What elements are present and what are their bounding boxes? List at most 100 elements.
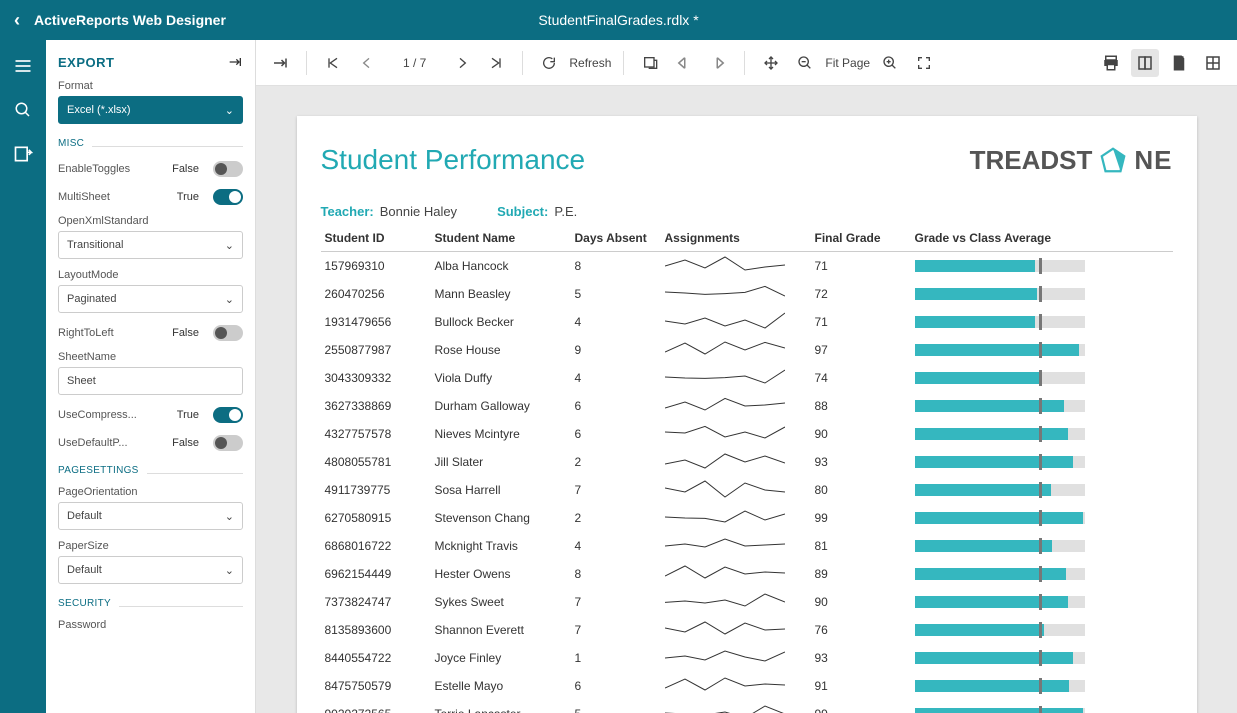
print-icon[interactable]: [1097, 49, 1125, 77]
section-misc: MISC: [58, 138, 243, 149]
table-row: 4911739775Sosa Harrell780: [321, 476, 1173, 504]
sparkline: [665, 507, 785, 529]
grade-bar: [915, 456, 1085, 468]
zoom-in-icon[interactable]: [876, 49, 904, 77]
paper-size-select[interactable]: Default ⌄: [58, 556, 243, 584]
grade-bar: [915, 568, 1085, 580]
grade-bar: [915, 316, 1085, 328]
chevron-down-icon: ⌄: [225, 510, 234, 523]
sparkline: [665, 339, 785, 361]
fit-page-label[interactable]: Fit Page: [825, 56, 870, 70]
table-row: 3043309332Viola Duffy474: [321, 364, 1173, 392]
column-header: Grade vs Class Average: [911, 225, 1173, 252]
sparkline: [665, 619, 785, 641]
first-page-icon[interactable]: [319, 49, 347, 77]
title-bar: ‹ ActiveReports Web Designer StudentFina…: [0, 0, 1237, 40]
openxml-label: OpenXmlStandard: [58, 215, 243, 227]
prop-enable-toggles: EnableToggles False: [58, 161, 243, 177]
panel-heading: EXPORT: [58, 55, 114, 70]
enable-toggles-toggle[interactable]: [213, 161, 243, 177]
report-canvas[interactable]: Student Performance TREADST NE Teacher:B…: [256, 86, 1237, 713]
table-row: 157969310Alba Hancock871: [321, 252, 1173, 281]
grade-bar: [915, 652, 1085, 664]
table-row: 4327757578Nieves Mcintyre690: [321, 420, 1173, 448]
table-row: 6270580915Stevenson Chang299: [321, 504, 1173, 532]
table-row: 3627338869Durham Galloway688: [321, 392, 1173, 420]
grade-bar: [915, 400, 1085, 412]
zoom-out-icon[interactable]: [791, 49, 819, 77]
password-label: Password: [58, 619, 243, 631]
history-forward-icon[interactable]: [704, 49, 732, 77]
use-compression-toggle[interactable]: [213, 407, 243, 423]
left-rail: [0, 40, 46, 713]
paper-size-label: PaperSize: [58, 540, 243, 552]
move-icon[interactable]: [757, 49, 785, 77]
section-security: SECURITY: [58, 598, 243, 609]
sparkline: [665, 395, 785, 417]
multisheet-toggle[interactable]: [213, 189, 243, 205]
grade-bar: [915, 512, 1085, 524]
report-page: Student Performance TREADST NE Teacher:B…: [297, 116, 1197, 713]
page-orientation-select[interactable]: Default ⌄: [58, 502, 243, 530]
table-row: 2550877987Rose House997: [321, 336, 1173, 364]
table-row: 260470256Mann Beasley572: [321, 280, 1173, 308]
app-title: ActiveReports Web Designer: [34, 12, 226, 28]
rtl-toggle[interactable]: [213, 325, 243, 341]
table-row: 4808055781Jill Slater293: [321, 448, 1173, 476]
prop-rtl: RightToLeft False: [58, 325, 243, 341]
sparkline: [665, 563, 785, 585]
fullscreen-icon[interactable]: [910, 49, 938, 77]
page-indicator[interactable]: 1 / 7: [403, 56, 426, 70]
table-row: 1931479656Bullock Becker471: [321, 308, 1173, 336]
pin-icon[interactable]: [227, 54, 243, 70]
refresh-icon[interactable]: [535, 49, 563, 77]
report-meta: Teacher:Bonnie Haley Subject:P.E.: [321, 204, 1173, 219]
page-orientation-label: PageOrientation: [58, 486, 243, 498]
refresh-label[interactable]: Refresh: [569, 56, 611, 70]
format-select[interactable]: Excel (*.xlsx) ⌄: [58, 96, 243, 124]
sparkline: [665, 703, 785, 713]
sparkline: [665, 283, 785, 305]
column-header: Final Grade: [811, 225, 911, 252]
cancel-icon[interactable]: [636, 49, 664, 77]
table-row: 8135893600Shannon Everett776: [321, 616, 1173, 644]
grades-table: Student IDStudent NameDays AbsentAssignm…: [321, 225, 1173, 713]
continuous-page-icon[interactable]: [1165, 49, 1193, 77]
grade-bar: [915, 260, 1085, 272]
use-default-pal-toggle[interactable]: [213, 435, 243, 451]
company-logo: TREADST NE: [970, 145, 1173, 176]
table-row: 8440554722Joyce Finley193: [321, 644, 1173, 672]
layoutmode-select[interactable]: Paginated ⌄: [58, 285, 243, 313]
chevron-down-icon: ⌄: [225, 293, 234, 306]
column-header: Days Absent: [571, 225, 661, 252]
table-row: 8475750579Estelle Mayo691: [321, 672, 1173, 700]
column-header: Assignments: [661, 225, 811, 252]
next-page-icon[interactable]: [448, 49, 476, 77]
prop-multisheet: MultiSheet True: [58, 189, 243, 205]
sparkline: [665, 479, 785, 501]
prev-page-icon[interactable]: [353, 49, 381, 77]
single-page-icon[interactable]: [1131, 49, 1159, 77]
chevron-down-icon: ⌄: [225, 564, 234, 577]
grade-bar: [915, 344, 1085, 356]
grade-bar: [915, 596, 1085, 608]
table-row: 7373824747Sykes Sweet790: [321, 588, 1173, 616]
export-icon[interactable]: [13, 144, 33, 164]
search-icon[interactable]: [13, 100, 33, 120]
history-back-icon[interactable]: [670, 49, 698, 77]
chevron-down-icon: ⌄: [225, 104, 234, 117]
openxml-select[interactable]: Transitional ⌄: [58, 231, 243, 259]
column-header: Student ID: [321, 225, 431, 252]
column-header: Student Name: [431, 225, 571, 252]
section-pagesettings: PAGESETTINGS: [58, 465, 243, 476]
last-page-icon[interactable]: [482, 49, 510, 77]
galley-mode-icon[interactable]: [1199, 49, 1227, 77]
sparkline: [665, 675, 785, 697]
back-icon[interactable]: ‹: [14, 10, 20, 31]
toggle-sidebar-icon[interactable]: [266, 49, 294, 77]
grade-bar: [915, 428, 1085, 440]
sparkline: [665, 367, 785, 389]
sheetname-label: SheetName: [58, 351, 243, 363]
menu-icon[interactable]: [13, 56, 33, 76]
sheetname-input[interactable]: [58, 367, 243, 395]
